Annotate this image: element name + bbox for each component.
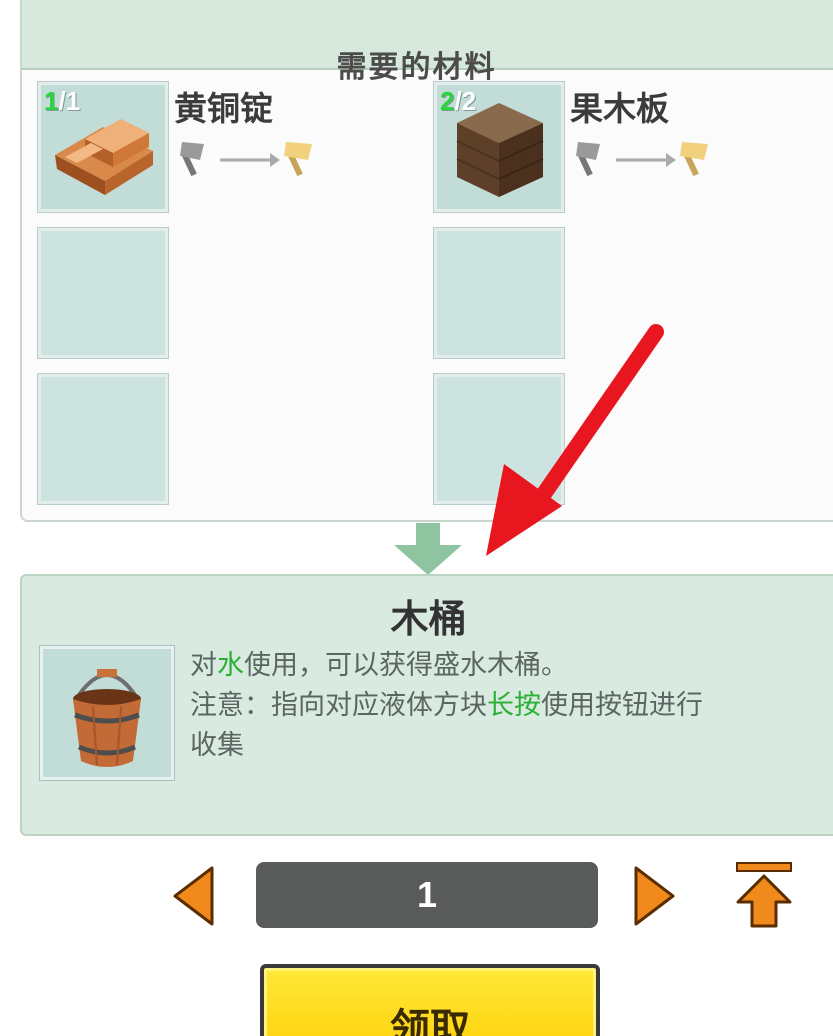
material-slot-fruitwood-plank[interactable]: 2/2 xyxy=(434,82,564,212)
description-line: 收集 xyxy=(190,730,244,761)
description-line: 注意：指向对应液体方块长按使用按钮进行 xyxy=(190,690,703,721)
material-count: 2/2 xyxy=(440,86,477,116)
quantity-field[interactable]: 1 xyxy=(256,862,598,928)
claim-button-label: 领取 xyxy=(390,1006,470,1036)
tool-upgrade-row xyxy=(180,142,312,177)
stone-axe-icon xyxy=(180,142,204,177)
next-quantity-button[interactable] xyxy=(634,866,676,926)
gold-axe-icon xyxy=(680,142,708,177)
material-slot-empty xyxy=(38,374,168,504)
arrow-right-icon xyxy=(220,153,280,167)
stone-axe-icon xyxy=(576,142,600,177)
product-slot[interactable] xyxy=(40,646,174,780)
gold-axe-icon xyxy=(284,142,312,177)
material-slot-empty xyxy=(38,228,168,358)
tool-upgrade-row xyxy=(576,142,708,177)
description-line: 对水使用，可以获得盛水木桶。 xyxy=(190,650,568,681)
material-slot-empty xyxy=(434,374,564,504)
max-quantity-button[interactable] xyxy=(734,860,794,930)
product-name: 木桶 xyxy=(390,597,467,641)
material-name: 黄铜锭 xyxy=(174,89,273,128)
materials-header-title: 需要的材料 xyxy=(336,50,497,85)
wooden-bucket-icon xyxy=(73,669,141,767)
product-description: 对水使用，可以获得盛水木桶。 注意：指向对应液体方块长按使用按钮进行 收集 xyxy=(190,646,833,766)
material-slot-empty xyxy=(434,228,564,358)
material-slot-brass-ingot[interactable]: 1/1 xyxy=(38,82,168,212)
prev-quantity-button[interactable] xyxy=(172,866,214,926)
claim-button[interactable]: 领取 xyxy=(260,964,600,1036)
material-count: 1/1 xyxy=(44,86,81,116)
product-panel: 木桶 对水使用，可以获得盛水木桶。 注意：指向对应液体方块长按使用按钮进行 收集 xyxy=(20,574,833,836)
material-name: 果木板 xyxy=(570,89,669,128)
down-arrow-icon xyxy=(394,523,462,575)
arrow-right-icon xyxy=(616,153,676,167)
